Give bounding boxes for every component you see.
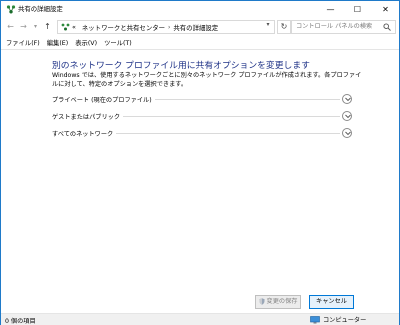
chevron-down-icon xyxy=(344,114,351,119)
profile-all-networks-label[interactable]: すべてのネットワーク xyxy=(52,129,117,138)
computer-icon xyxy=(310,315,320,323)
menu-bar: ファイル(F) 編集(E) 表示(V) ツール(T) xyxy=(1,36,399,48)
uac-shield-icon xyxy=(258,297,265,305)
minimize-icon: — xyxy=(326,5,335,14)
save-changes-button[interactable]: 変更の保存 xyxy=(255,295,301,309)
profile-private-label[interactable]: プライベート (現在のプロファイル) xyxy=(52,95,155,104)
profile-guest-public-label[interactable]: ゲストまたはパブリック xyxy=(52,112,124,121)
breadcrumb-separator-icon: › xyxy=(168,23,171,31)
close-button[interactable]: ✕ xyxy=(372,1,399,18)
page-description: Windows では、使用するネットワークごとに別々のネットワーク プロファイル… xyxy=(52,72,362,88)
control-panel-icon xyxy=(61,23,70,31)
breadcrumb-network-center[interactable]: ネットワークと共有センター xyxy=(82,23,165,32)
item-count: 0 個の項目 xyxy=(5,318,36,325)
status-bar: 0 個の項目 コンピューター xyxy=(1,313,399,325)
expand-private-button[interactable] xyxy=(342,94,352,104)
search-icon xyxy=(383,23,391,31)
address-dropdown-chevron-icon[interactable]: ▾ xyxy=(263,20,273,30)
button-bar: 変更の保存 キャンセル xyxy=(1,292,399,313)
window: 共有の詳細設定 — ☐ ✕ ← → ▾ ↑ « ネットワークと共有センター › … xyxy=(0,0,400,325)
expand-all-networks-button[interactable] xyxy=(342,128,352,138)
profile-all-networks[interactable]: すべてのネットワーク xyxy=(52,128,352,139)
up-arrow-icon[interactable]: ↑ xyxy=(42,21,53,32)
menu-file[interactable]: ファイル(F) xyxy=(6,38,40,47)
status-location: コンピューター xyxy=(310,315,366,324)
menu-view[interactable]: 表示(V) xyxy=(75,38,97,47)
status-location-label: コンピューター xyxy=(323,317,367,324)
forward-arrow-icon[interactable]: → xyxy=(18,21,29,32)
address-bar[interactable]: « ネットワークと共有センター › 共有の詳細設定 xyxy=(57,20,275,34)
maximize-icon: ☐ xyxy=(353,5,362,14)
recent-locations-chevron-icon[interactable]: ▾ xyxy=(30,21,41,32)
refresh-icon: ↻ xyxy=(280,22,288,31)
title-bar[interactable]: 共有の詳細設定 — ☐ ✕ xyxy=(1,1,399,18)
window-title: 共有の詳細設定 xyxy=(18,5,63,13)
breadcrumb-advanced-sharing[interactable]: 共有の詳細設定 xyxy=(173,23,218,32)
maximize-button[interactable]: ☐ xyxy=(344,1,371,18)
menu-edit[interactable]: 編集(E) xyxy=(47,38,69,47)
chevron-down-icon xyxy=(344,131,351,136)
network-sharing-icon xyxy=(6,5,16,14)
address-toolbar: ← → ▾ ↑ « ネットワークと共有センター › 共有の詳細設定 ▾ ↻ コン… xyxy=(1,18,399,35)
chevron-down-icon xyxy=(344,97,351,102)
expand-guest-public-button[interactable] xyxy=(342,111,352,121)
menu-tools[interactable]: ツール(T) xyxy=(104,38,132,47)
breadcrumb-prefix[interactable]: « xyxy=(72,23,76,31)
main-content: 別のネットワーク プロファイル用に共有オプションを変更します Windows で… xyxy=(1,49,399,292)
profile-guest-public[interactable]: ゲストまたはパブリック xyxy=(52,111,352,122)
back-arrow-icon[interactable]: ← xyxy=(5,21,16,32)
save-changes-label: 変更の保存 xyxy=(266,298,298,305)
page-title: 別のネットワーク プロファイル用に共有オプションを変更します xyxy=(52,61,310,71)
cancel-label: キャンセル xyxy=(316,298,347,305)
search-input[interactable]: コントロール パネルの検索 xyxy=(291,20,396,34)
profile-private[interactable]: プライベート (現在のプロファイル) xyxy=(52,94,352,105)
search-placeholder: コントロール パネルの検索 xyxy=(296,23,373,30)
refresh-button[interactable]: ↻ xyxy=(277,20,291,34)
minimize-button[interactable]: — xyxy=(317,1,344,18)
cancel-button[interactable]: キャンセル xyxy=(309,295,354,309)
close-icon: ✕ xyxy=(382,5,389,14)
